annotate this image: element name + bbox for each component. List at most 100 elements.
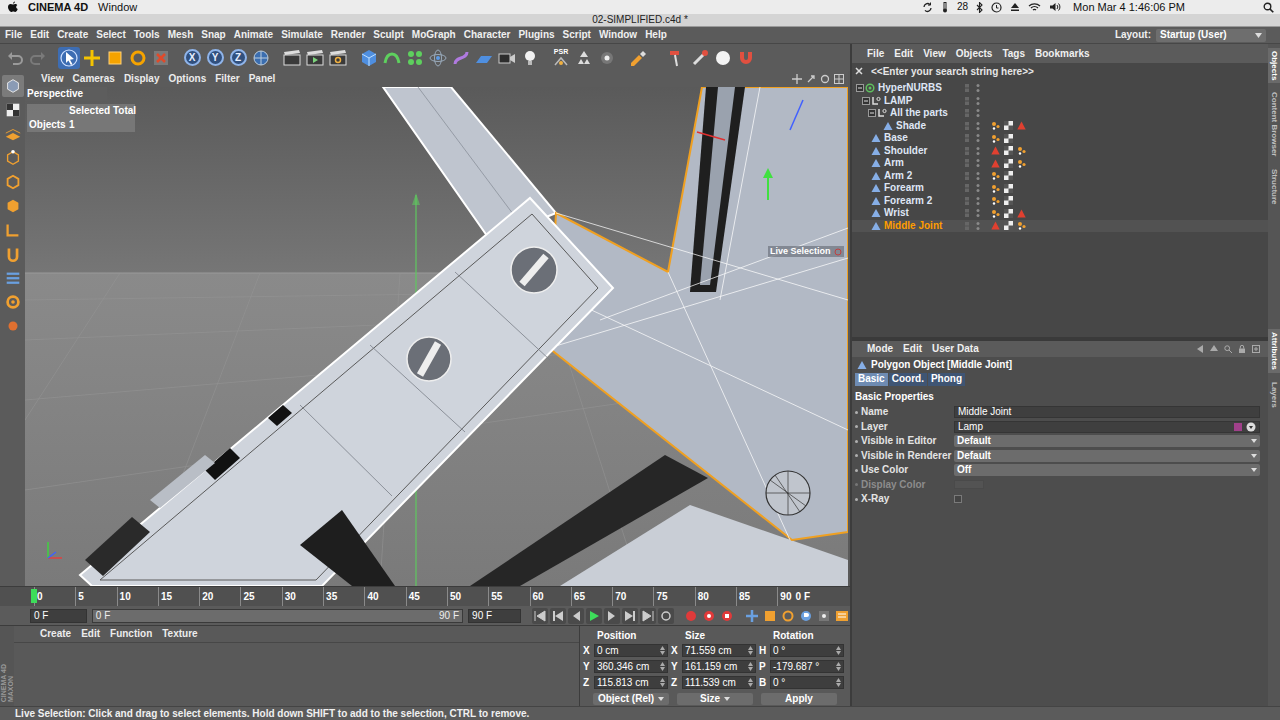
scale-key-icon[interactable] [762, 608, 778, 624]
apply-button[interactable]: Apply [761, 693, 837, 705]
layer-dot-icon[interactable] [964, 96, 970, 106]
material-tag-icon[interactable] [1004, 196, 1013, 205]
animate-dot[interactable] [855, 498, 858, 501]
menu-item[interactable]: File [5, 30, 22, 40]
menu-item[interactable]: Simulate [281, 30, 323, 40]
viewport-menu-item[interactable]: View [41, 74, 64, 84]
animate-dot[interactable] [855, 469, 858, 472]
material-tag-icon[interactable] [1004, 134, 1013, 143]
keyframe-selection-icon[interactable] [719, 608, 735, 624]
points-mode-icon[interactable] [2, 147, 24, 169]
layer-field[interactable]: Lamp [954, 421, 1260, 433]
material-menu-item[interactable]: Function [110, 629, 152, 639]
pan-view-icon[interactable] [792, 74, 802, 84]
timeline-ruler[interactable]: 0510152025303540455055606570758085900 F [0, 586, 850, 606]
up-arrow-icon[interactable] [1210, 345, 1218, 353]
spinner-icon[interactable] [748, 678, 753, 687]
coordinate-field[interactable]: 71.559 cm [682, 644, 756, 657]
viewport[interactable]: PerspectiveSelected TotalObjects1Live Se… [25, 87, 848, 586]
spinner-icon[interactable] [660, 678, 665, 687]
polygons-mode-icon[interactable] [2, 195, 24, 217]
phong-tag-icon[interactable] [991, 196, 1000, 205]
viewport-menu-item[interactable]: Cameras [73, 74, 115, 84]
size-mode-dropdown[interactable]: Size [677, 693, 753, 705]
step-forward-icon[interactable] [604, 608, 620, 624]
record-keys-icon[interactable] [683, 608, 699, 624]
property-dropdown[interactable]: Off [954, 464, 1260, 476]
coordinate-field[interactable]: 0 ° [770, 644, 844, 657]
phong-tag-icon[interactable] [1017, 221, 1026, 230]
animate-dot[interactable] [855, 454, 858, 457]
property-dropdown[interactable]: Default [954, 450, 1260, 462]
scene-icon[interactable] [427, 47, 449, 69]
object-row[interactable]: Wrist [852, 207, 1268, 220]
visibility-dots-icon[interactable] [975, 183, 981, 193]
layer-dot-icon[interactable] [964, 108, 970, 118]
material-tag-icon[interactable] [1004, 171, 1013, 180]
object-row[interactable]: Forearm [852, 182, 1268, 195]
undo-icon[interactable] [4, 47, 26, 69]
app-name[interactable]: CINEMA 4D [28, 2, 88, 13]
zoom-view-icon[interactable] [806, 74, 816, 84]
material-list[interactable] [14, 643, 579, 706]
object-name[interactable]: Wrist [884, 208, 909, 218]
material-menu-item[interactable]: Texture [162, 629, 197, 639]
position-key-icon[interactable] [744, 608, 760, 624]
rotation-key-icon[interactable] [780, 608, 796, 624]
object-name[interactable]: HyperNURBS [878, 83, 942, 93]
spinner-icon[interactable] [836, 662, 841, 671]
play-icon[interactable] [586, 608, 602, 624]
layer-dot-icon[interactable] [964, 221, 970, 231]
animate-dot[interactable] [855, 440, 858, 443]
layer-dot-icon[interactable] [964, 196, 970, 206]
object-row[interactable]: Middle Joint [852, 220, 1268, 233]
object-menu-item[interactable]: View [923, 49, 946, 59]
object-menu-item[interactable]: Edit [894, 49, 913, 59]
eject-icon[interactable] [1010, 2, 1020, 12]
step-back-icon[interactable] [568, 608, 584, 624]
menu-item[interactable]: Snap [201, 30, 225, 40]
brush-icon[interactable] [689, 47, 711, 69]
cube-icon[interactable] [358, 47, 380, 69]
rotate-tool-icon[interactable] [127, 47, 149, 69]
coordinate-field[interactable]: 115.813 cm [594, 676, 668, 689]
side-tab[interactable]: Content Browser [1268, 89, 1280, 159]
visibility-dots-icon[interactable] [975, 121, 981, 131]
object-name[interactable]: Shade [896, 121, 926, 131]
sculpt-mode-icon[interactable] [2, 315, 24, 337]
material-menu-item[interactable]: Create [40, 629, 71, 639]
material-tag-icon[interactable] [1004, 184, 1013, 193]
animate-dot[interactable] [855, 483, 858, 486]
knife-icon[interactable] [666, 47, 688, 69]
go-to-start-icon[interactable] [532, 608, 548, 624]
menu-item[interactable]: Render [331, 30, 365, 40]
alert-tag-icon[interactable] [991, 221, 1000, 230]
spinner-icon[interactable] [660, 646, 665, 655]
attribute-menu-item[interactable]: Edit [903, 344, 922, 354]
checkbox-icon[interactable] [954, 495, 962, 503]
phong-tag-icon[interactable] [991, 209, 1000, 218]
time-machine-icon[interactable] [991, 2, 1002, 13]
animation-mode-icon[interactable] [2, 291, 24, 313]
camera-label[interactable]: Perspective [25, 87, 107, 101]
wifi-icon[interactable] [1028, 2, 1041, 12]
attribute-tab[interactable]: Coord. [889, 373, 927, 386]
object-menu-item[interactable]: File [867, 49, 884, 59]
layer-dot-icon[interactable] [964, 121, 970, 131]
redo-icon[interactable] [27, 47, 49, 69]
animate-dot[interactable] [855, 425, 858, 428]
layer-dot-icon[interactable] [964, 158, 970, 168]
coordinate-field[interactable]: 360.346 cm [594, 660, 668, 673]
visibility-dots-icon[interactable] [975, 158, 981, 168]
axis-lock-button[interactable]: Y [204, 47, 226, 69]
menu-item[interactable]: Window [599, 30, 637, 40]
move-tool-icon[interactable] [81, 47, 103, 69]
layer-dot-icon[interactable] [964, 208, 970, 218]
object-name[interactable]: Shoulder [884, 146, 927, 156]
coordinate-field[interactable]: 111.539 cm [682, 676, 756, 689]
object-menu-item[interactable]: Bookmarks [1035, 49, 1089, 59]
coordinate-system-icon[interactable] [250, 47, 272, 69]
object-name[interactable]: Forearm [884, 183, 924, 193]
paint-tool-icon[interactable] [627, 47, 649, 69]
expand-toggle-icon[interactable] [861, 97, 870, 105]
